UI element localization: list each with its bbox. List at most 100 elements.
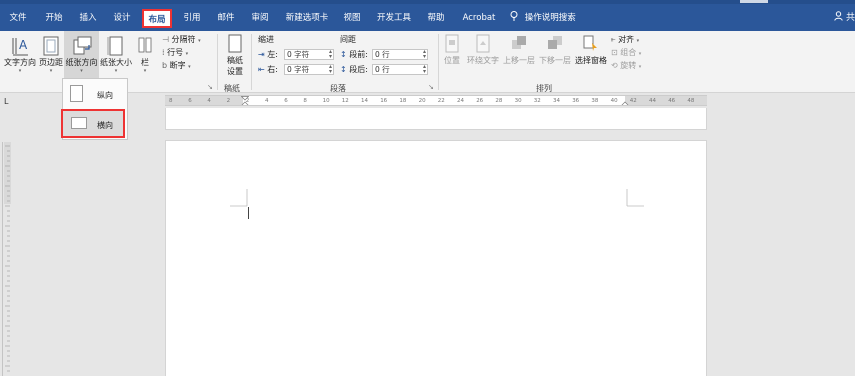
group-objects-label: 组合	[620, 48, 637, 57]
rotate-button[interactable]: ⟲ 旋转 ▾	[611, 60, 641, 71]
spacing-before-row: ↕ 段前:	[340, 49, 368, 60]
orientation-icon	[73, 36, 91, 55]
ruler-label: 6	[188, 98, 192, 104]
wrap-text-button[interactable]: 环绕文字	[465, 33, 501, 66]
ruler-label: 8	[303, 98, 307, 104]
columns-button[interactable]: 栏 ▾	[137, 35, 153, 74]
line-numbers-button[interactable]: ⁞ 行号 ▾	[162, 47, 188, 58]
spacing-before-input[interactable]: 0 行 ▴ ▾	[372, 49, 428, 60]
tab-acrobat[interactable]: Acrobat	[462, 10, 496, 26]
margins-dropdown-arrow: ▾	[49, 68, 53, 74]
text-cursor	[248, 207, 249, 219]
indent-header: 缩进	[258, 35, 274, 44]
indent-right-value: 0 字符	[287, 65, 310, 74]
spinner-arrows-icon[interactable]: ▴ ▾	[423, 49, 426, 60]
tab-home[interactable]: 开始	[44, 10, 64, 26]
title-bar-strip	[0, 0, 855, 4]
selection-pane-label: 选择窗格	[575, 56, 607, 65]
manuscript-settings-button[interactable]: 稿纸 设置	[221, 33, 249, 77]
tab-developer[interactable]: 开发工具	[375, 10, 413, 26]
orientation-label: 纸张方向	[65, 58, 98, 67]
ruler-label: 4	[265, 98, 269, 104]
bring-forward-button[interactable]: 上移一层	[501, 33, 537, 66]
margins-button[interactable]: 页边距 ▾	[37, 35, 65, 74]
ruler-label: 10	[322, 98, 330, 104]
size-button[interactable]: 纸张大小 ▾	[99, 35, 133, 74]
ruler-label: 20	[418, 98, 426, 104]
align-dropdown-arrow: ▾	[636, 38, 640, 44]
margin-corner-top-left	[230, 189, 248, 207]
indent-right-label: 右:	[267, 65, 278, 74]
orientation-portrait-item[interactable]: 纵向	[63, 81, 127, 107]
tab-layout[interactable]: 布局	[142, 9, 172, 28]
align-button[interactable]: ⫦ 对齐 ▾	[611, 34, 639, 45]
tab-insert[interactable]: 插入	[78, 10, 98, 26]
send-backward-button[interactable]: 下移一层	[537, 33, 573, 66]
ruler-right-margin	[625, 96, 707, 105]
orientation-button[interactable]: 纸张方向 ▾	[64, 31, 99, 78]
position-button[interactable]: 位置	[443, 33, 461, 66]
breaks-button[interactable]: ⊣ 分隔符 ▾	[162, 34, 201, 45]
horizontal-ruler[interactable]: 8 6 4 2 2 4 6 8 10 12 14 16 18 20 22 24 26 28 30 32 34 36 38 40…	[165, 95, 707, 106]
tab-view[interactable]: 视图	[342, 10, 362, 26]
share-button[interactable]: 共	[834, 10, 855, 26]
indent-left-input[interactable]: 0 字符 ▴ ▾	[284, 49, 334, 60]
breaks-icon: ⊣	[162, 35, 169, 44]
spinner-arrows-icon[interactable]: ▴ ▾	[329, 49, 332, 60]
tab-file[interactable]: 文件	[8, 10, 28, 26]
spacing-after-icon: ↕	[340, 65, 347, 74]
tab-references[interactable]: 引用	[182, 10, 202, 26]
ruler-label: 12	[341, 98, 349, 104]
margin-corner-top-right	[626, 189, 644, 207]
tab-new-tab[interactable]: 新建选项卡	[283, 10, 331, 26]
hyphenation-dropdown-arrow: ▾	[188, 64, 191, 70]
tab-selector[interactable]: L	[4, 97, 8, 106]
orientation-landscape-item[interactable]: 横向	[61, 109, 125, 138]
breaks-dropdown-arrow: ▾	[198, 38, 201, 44]
ruler-label: 48	[687, 98, 695, 104]
ruler-label: 42	[629, 98, 637, 104]
vertical-ruler-ticks	[4, 142, 11, 372]
divider	[217, 34, 218, 90]
ruler-label: 44	[649, 98, 656, 104]
group-objects-icon: ⊡	[611, 48, 618, 57]
right-indent-marker-icon[interactable]	[621, 96, 629, 106]
spacing-after-input[interactable]: 0 行 ▴ ▾	[372, 64, 428, 75]
spacing-before-icon: ↕	[340, 50, 347, 59]
position-icon	[445, 34, 459, 53]
document-page[interactable]	[165, 140, 707, 376]
tab-review[interactable]: 审阅	[250, 10, 270, 26]
selection-pane-button[interactable]: 选择窗格	[573, 33, 609, 66]
vertical-ruler[interactable]	[2, 142, 11, 376]
tab-mailings[interactable]: 邮件	[216, 10, 236, 26]
tell-me-search[interactable]: 操作说明搜索	[510, 10, 580, 26]
indent-right-icon: ⇤	[258, 65, 265, 74]
indent-right-input[interactable]: 0 字符 ▴ ▾	[284, 64, 334, 75]
manuscript-group-label: 稿纸	[224, 84, 240, 93]
text-direction-dropdown-arrow: ▾	[18, 68, 22, 74]
page-setup-launcher[interactable]: ↘	[207, 83, 213, 91]
rotate-label: 旋转	[620, 61, 637, 70]
lightbulb-icon	[510, 11, 518, 21]
paragraph-launcher[interactable]: ↘	[428, 83, 434, 91]
group-objects-button[interactable]: ⊡ 组合 ▾	[611, 47, 641, 58]
indent-left-value: 0 字符	[287, 50, 310, 59]
hyphenation-button[interactable]: b 断字 ▾	[162, 60, 191, 71]
spacing-after-value: 0 行	[375, 65, 390, 74]
line-numbers-label: 行号	[167, 48, 184, 57]
ruler-label: 26	[476, 98, 484, 104]
spinner-arrows-icon[interactable]: ▴ ▾	[423, 64, 426, 75]
ribbon: A 文字方向 ▾ 页边距 ▾ 纸张方向 ▾ 纸张大小 ▾ 栏 ▾ ⊣ 分隔符 ▾…	[0, 31, 855, 93]
text-direction-button[interactable]: A 文字方向 ▾	[3, 35, 37, 74]
tab-design[interactable]: 设计	[112, 10, 132, 26]
tab-help[interactable]: 帮助	[426, 10, 446, 26]
text-direction-icon: A	[12, 38, 28, 56]
spinner-arrows-icon[interactable]: ▴ ▾	[329, 64, 332, 75]
bring-forward-icon	[512, 36, 526, 49]
size-label: 纸张大小	[100, 58, 132, 67]
ruler-label: 18	[399, 98, 407, 104]
ruler-label: 16	[380, 98, 388, 104]
svg-text:A: A	[19, 38, 28, 52]
size-icon	[107, 36, 123, 56]
size-dropdown-arrow: ▾	[114, 68, 118, 74]
